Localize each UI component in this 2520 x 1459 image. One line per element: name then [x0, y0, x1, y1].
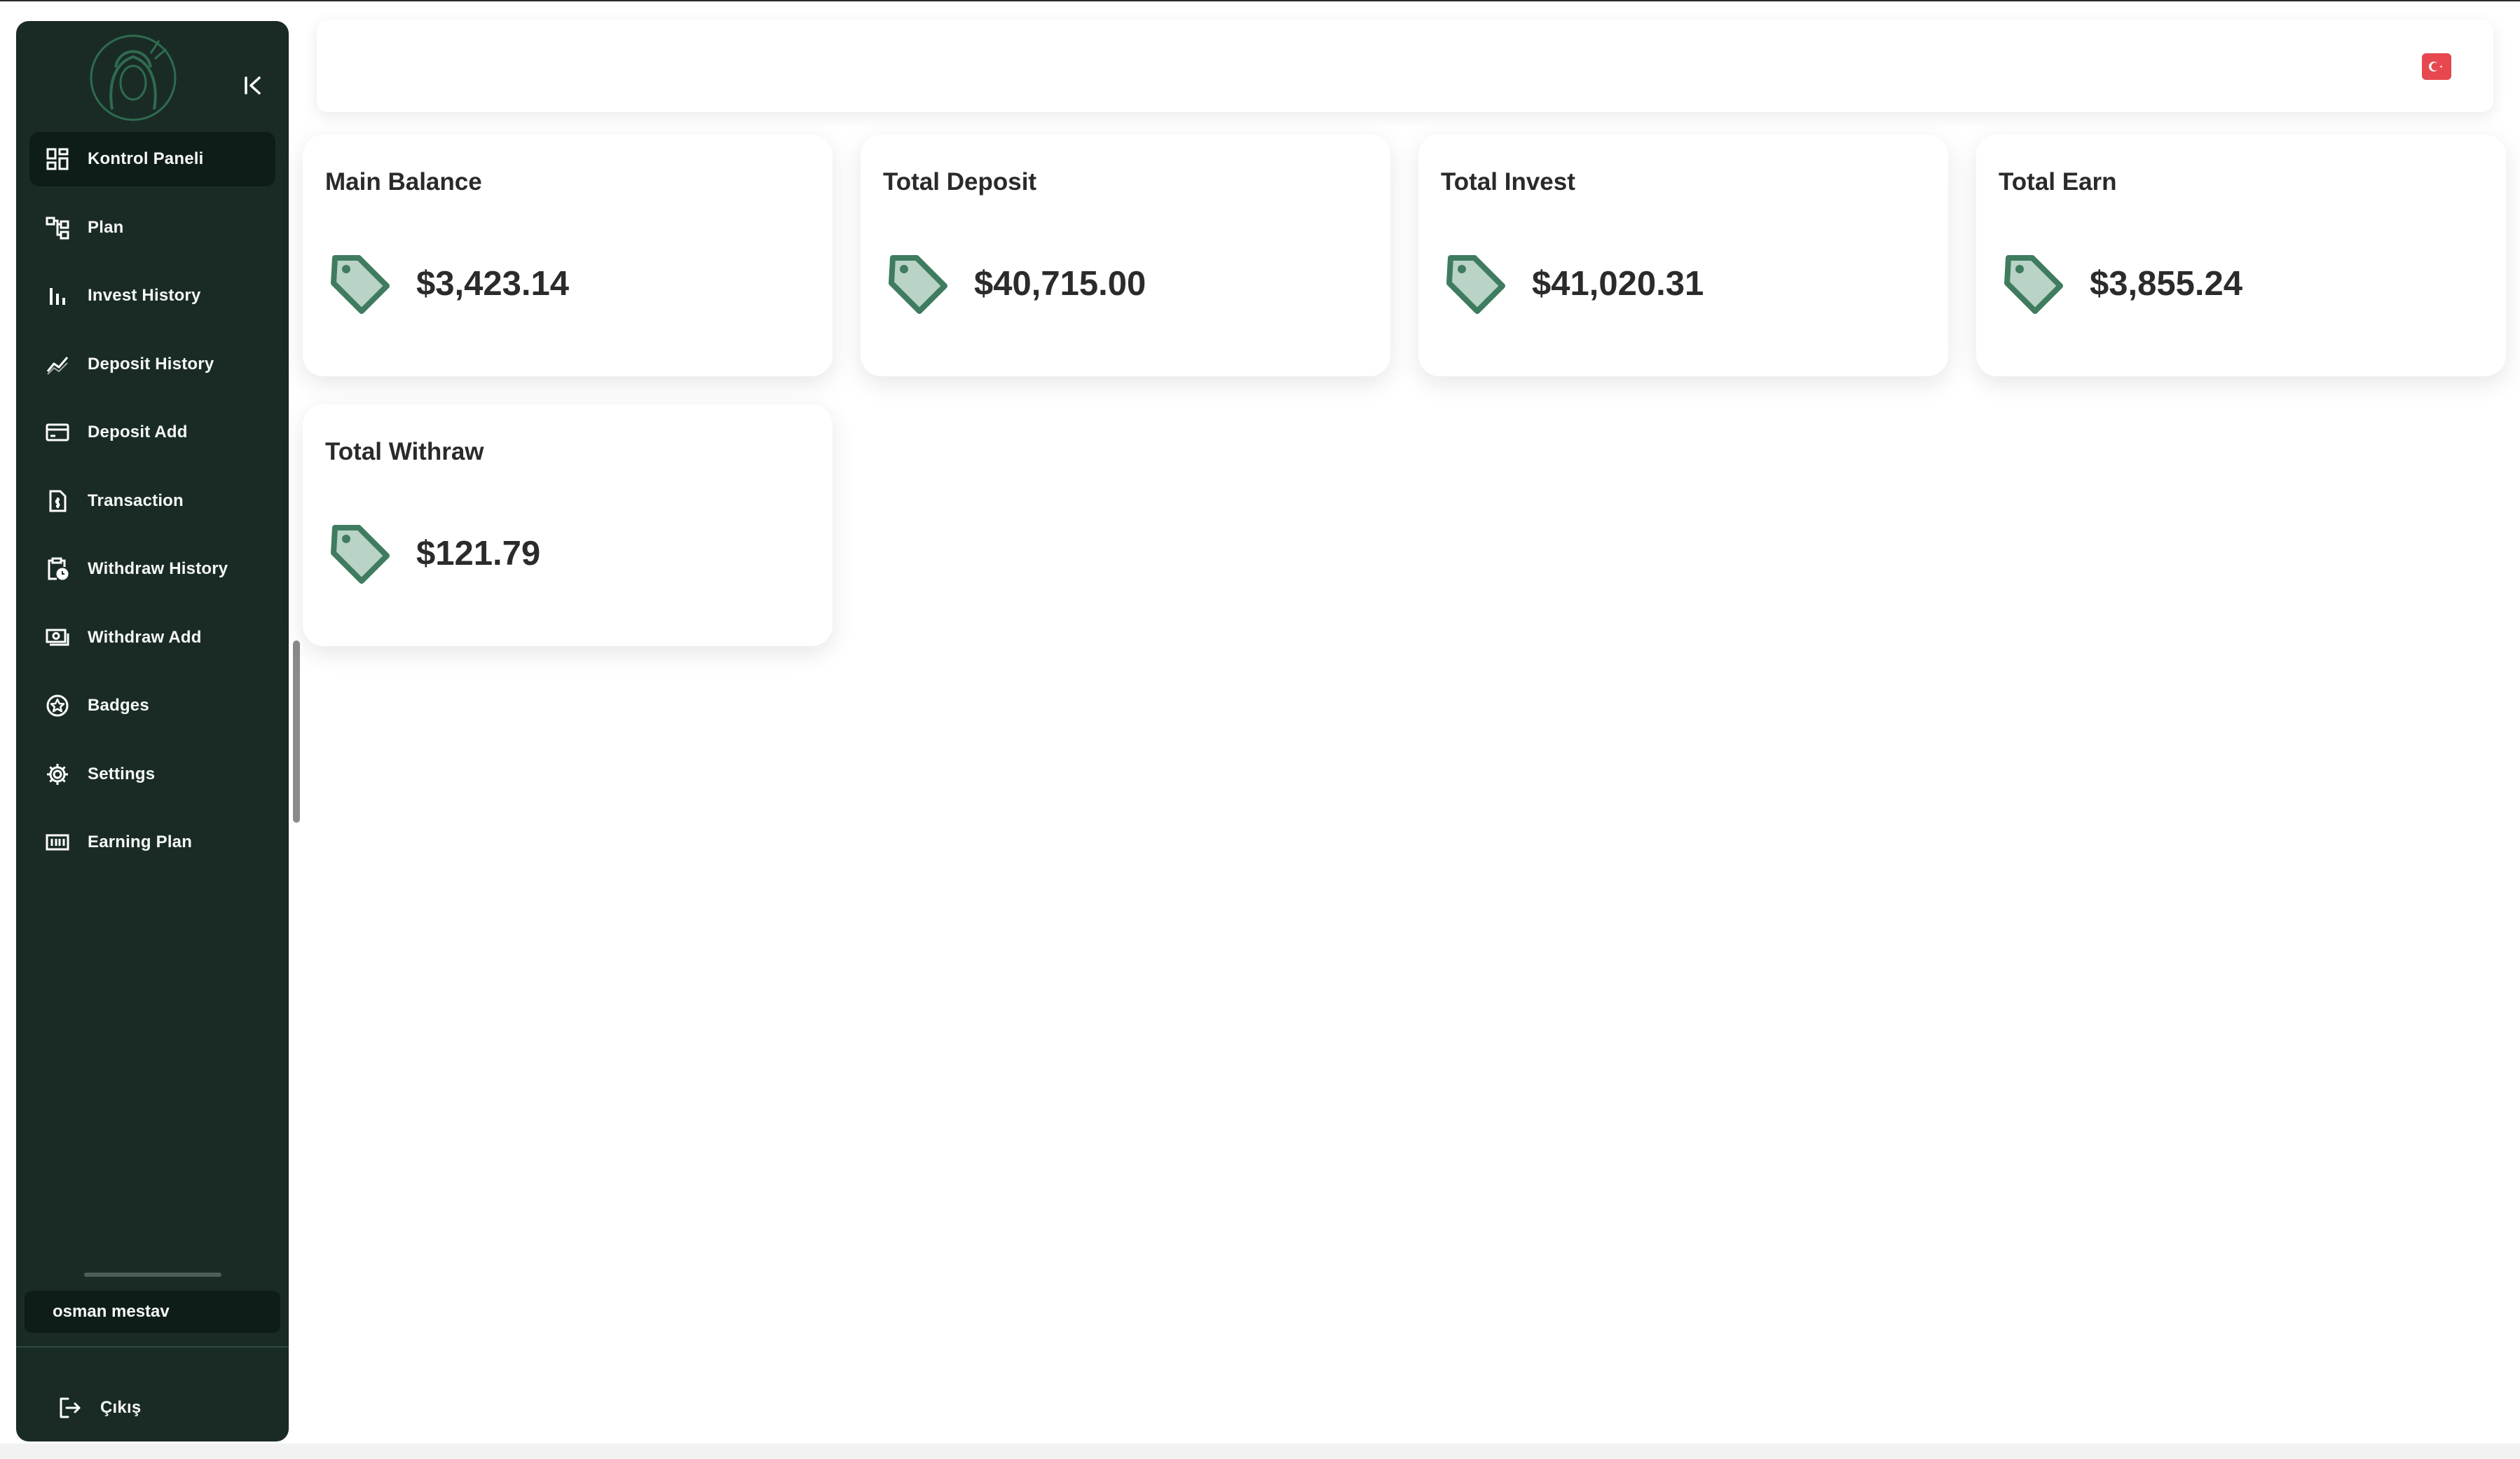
- stat-card-total-deposit: Total Deposit $40,715.00: [861, 135, 1390, 376]
- sidebar-item-label: Transaction: [88, 491, 184, 510]
- clipboard-clock-icon: [45, 556, 70, 582]
- sidebar-divider: [84, 1273, 221, 1277]
- bar-chart-icon: [45, 283, 70, 308]
- card-value: $3,423.14: [416, 265, 569, 303]
- sidebar-item-plan[interactable]: Plan: [29, 200, 275, 255]
- logout-label: Çıkış: [100, 1398, 142, 1417]
- card-title: Main Balance: [325, 168, 482, 196]
- stat-card-total-invest: Total Invest $41,020.31: [1418, 135, 1948, 376]
- sidebar-item-settings[interactable]: Settings: [29, 747, 275, 802]
- price-list-icon: [45, 830, 70, 855]
- sidebar-item-label: Withdraw Add: [88, 627, 202, 647]
- card-value: $41,020.31: [1532, 265, 1704, 303]
- sidebar-item-label: Badges: [88, 696, 149, 715]
- star-badge-icon: [45, 693, 70, 718]
- stat-card-total-earn: Total Earn $3,855.24: [1976, 135, 2506, 376]
- hierarchy-icon: [45, 215, 70, 240]
- price-tag-icon: [328, 522, 392, 587]
- card-title: Total Earn: [1999, 168, 2117, 196]
- sidebar-item-deposit-add[interactable]: Deposit Add: [29, 405, 275, 460]
- price-tag-icon: [886, 252, 950, 317]
- woman-portrait-logo-icon[interactable]: [81, 25, 186, 130]
- sidebar-item-badges[interactable]: Badges: [29, 678, 275, 733]
- sidebar-separator: [16, 1346, 289, 1348]
- sidebar-item-label: Kontrol Paneli: [88, 149, 204, 168]
- top-header: [317, 20, 2493, 112]
- sidebar-item-transaction[interactable]: Transaction: [29, 474, 275, 528]
- credit-card-icon: [45, 420, 70, 445]
- sidebar-item-invest-history[interactable]: Invest History: [29, 268, 275, 323]
- card-value: $3,855.24: [2090, 265, 2242, 303]
- sidebar-item-withdraw-add[interactable]: Withdraw Add: [29, 610, 275, 665]
- user-profile[interactable]: osman mestav: [25, 1291, 280, 1333]
- sidebar-scrollbar[interactable]: [293, 641, 300, 823]
- page: Kontrol Paneli Plan Invest History Depos…: [0, 0, 2520, 1459]
- sidebar-item-label: Deposit Add: [88, 423, 188, 441]
- card-title: Total Invest: [1441, 168, 1575, 196]
- card-title: Total Deposit: [883, 168, 1037, 196]
- trend-line-icon: [45, 352, 70, 377]
- sidebar-menu: Kontrol Paneli Plan Invest History Depos…: [29, 132, 275, 884]
- sidebar-item-label: Invest History: [88, 286, 201, 305]
- sidebar-item-label: Earning Plan: [88, 833, 193, 851]
- stat-card-total-withdraw: Total Withraw $121.79: [303, 404, 833, 646]
- collapse-left-icon[interactable]: [233, 66, 273, 105]
- turkey-flag-icon[interactable]: [2422, 53, 2451, 80]
- user-name: osman mestav: [53, 1302, 170, 1321]
- card-value: $40,715.00: [974, 265, 1146, 303]
- stat-card-main-balance: Main Balance $3,423.14: [303, 135, 833, 376]
- sidebar-item-deposit-history[interactable]: Deposit History: [29, 337, 275, 392]
- logout-icon: [57, 1395, 83, 1420]
- sidebar-item-withdraw-history[interactable]: Withdraw History: [29, 542, 275, 596]
- card-title: Total Withraw: [325, 438, 484, 465]
- invoice-icon: [45, 488, 70, 514]
- sidebar: Kontrol Paneli Plan Invest History Depos…: [16, 21, 289, 1441]
- card-value: $121.79: [416, 535, 541, 573]
- sidebar-item-label: Deposit History: [88, 354, 214, 374]
- sidebar-item-label: Settings: [88, 764, 156, 783]
- price-tag-icon: [2001, 252, 2066, 317]
- sidebar-item-label: Withdraw History: [88, 559, 228, 578]
- bottom-strip: [0, 1444, 2520, 1459]
- price-tag-icon: [1444, 252, 1508, 317]
- gear-icon: [45, 762, 70, 787]
- sidebar-item-earning-plan[interactable]: Earning Plan: [29, 815, 275, 870]
- price-tag-icon: [328, 252, 392, 317]
- banknote-icon: [45, 625, 70, 650]
- logout-button[interactable]: Çıkış: [29, 1383, 275, 1432]
- sidebar-item-kontrol-paneli[interactable]: Kontrol Paneli: [29, 132, 275, 186]
- sidebar-item-label: Plan: [88, 217, 124, 237]
- dashboard-icon: [45, 146, 70, 172]
